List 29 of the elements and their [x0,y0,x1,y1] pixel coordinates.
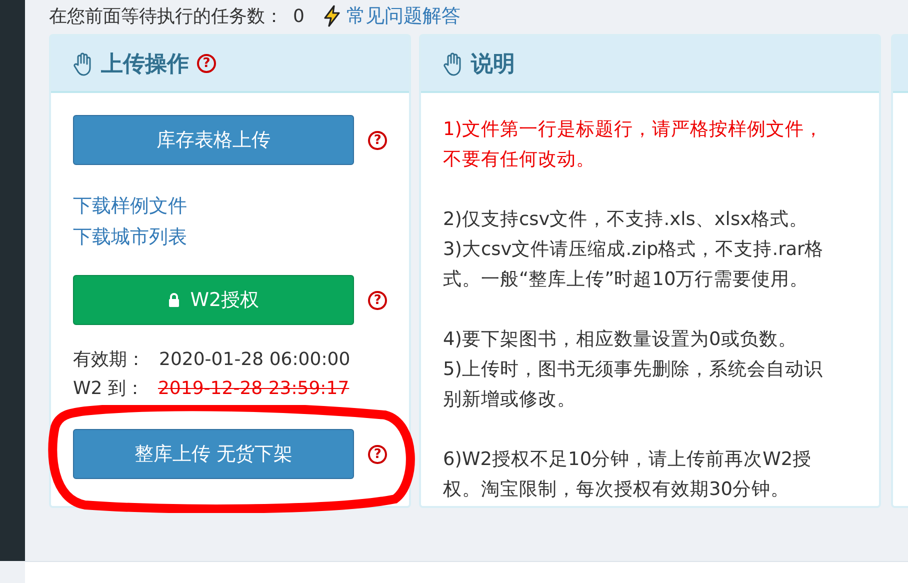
help-icon[interactable]: ? [197,54,216,73]
full-upload-button[interactable]: 整库上传 无货下架 [73,429,354,479]
panel-title: 上传操作 [101,50,189,78]
note-text: 1)文件第一行是标题行，请严格按样例文件，不要有任何改动。 [443,118,824,172]
note-text: 4)要下架图书，相应数量设置为0或负数。 [443,328,798,352]
hand-icon [73,52,93,76]
queue-label: 在您前面等待执行的任务数： [49,5,283,28]
w2-auth-button[interactable]: W2授权 [73,275,354,325]
validity-date: 2020-01-28 06:00:00 [159,348,350,372]
queue-count: 0 [293,6,304,26]
help-icon[interactable]: ? [368,130,387,150]
button-label: W2授权 [190,288,260,313]
panel-title: 说明 [471,50,515,78]
lock-icon [168,293,180,307]
help-icon[interactable]: ? [368,444,387,464]
note-text: 6)W2授权不足10分钟，请上传前再次W2授权。淘宝限制，每次授权有效期30分钟。 [443,448,813,502]
expiry-date: 2019-12-28 23:59:17 [158,377,350,401]
expiry-label: W2 到： [73,377,144,401]
note-text: 5)上传时，图书无须事先删除，系统会自动识别新增或修改。 [443,358,824,412]
hand-icon [443,52,463,76]
help-icon[interactable]: ? [368,290,387,310]
note-text: 3)大csv文件请压缩成.zip格式，不支持.rar格式。一般“整库上传”时超10万行需要使用。 [443,238,825,292]
download-link[interactable]: 下载城市列表 [73,222,387,253]
lightning-icon [322,5,342,27]
validity-label: 有效期： [73,348,145,372]
stock-upload-button[interactable]: 库存表格上传 [73,115,354,165]
faq-link[interactable]: 常见问题解答 [346,3,460,29]
note-text: 2)仅支持csv文件，不支持.xls、xlsx格式。 [443,208,810,232]
download-link[interactable]: 下载样例文件 [73,191,387,222]
